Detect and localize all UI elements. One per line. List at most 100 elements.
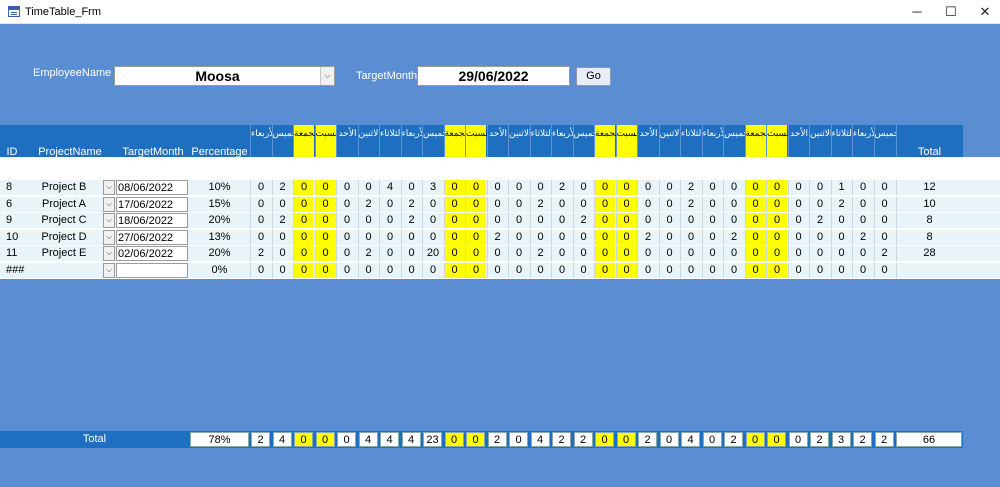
day-hours-cell[interactable]: 0 [508,180,529,195]
day-hours-cell[interactable]: 2 [680,196,701,212]
day-hours-cell[interactable]: 0 [508,196,529,212]
target-month-cell[interactable]: 17/06/2022 [116,196,188,212]
target-month-input[interactable]: 29/06/2022 [417,66,570,86]
table-row[interactable]: 10 Project D ⌵ 27/06/2022 13% 0 0 0 0 0 0 0 0 0 0 0 2 0 0 0… [0,229,1000,246]
day-hours-cell[interactable]: 0 [830,262,852,278]
chevron-down-icon[interactable]: ⌵ [103,229,115,245]
day-hours-cell[interactable]: 0 [572,229,594,245]
day-hours-cell[interactable]: 0 [465,180,486,195]
day-hours-cell[interactable]: 0 [293,196,314,212]
day-hours-cell[interactable]: 0 [766,213,787,228]
day-hours-cell[interactable]: 0 [701,196,723,212]
day-hours-cell[interactable]: 0 [379,246,400,261]
day-hours-cell[interactable]: 0 [443,180,465,195]
day-hours-cell[interactable]: 0 [680,246,701,261]
day-hours-cell[interactable]: 0 [486,213,508,228]
day-hours-cell[interactable]: 2 [637,229,658,245]
day-hours-cell[interactable]: 0 [572,246,594,261]
day-hours-cell[interactable]: 0 [723,262,744,278]
day-hours-cell[interactable]: 2 [357,246,379,261]
day-hours-cell[interactable]: 0 [615,262,637,278]
day-hours-cell[interactable]: 0 [701,262,723,278]
day-hours-cell[interactable]: 0 [701,213,723,228]
day-hours-cell[interactable]: 0 [336,246,357,261]
chevron-down-icon[interactable]: ⌵ [320,67,334,85]
day-hours-cell[interactable]: 0 [400,180,422,195]
day-hours-cell[interactable]: 0 [594,229,615,245]
day-hours-cell[interactable]: 0 [744,180,766,195]
day-hours-cell[interactable]: 2 [572,213,594,228]
day-hours-cell[interactable]: 0 [723,180,744,195]
day-hours-cell[interactable]: 0 [830,213,852,228]
employee-name-combo[interactable]: Moosa ⌵ [114,66,335,86]
day-hours-cell[interactable]: 0 [615,196,637,212]
day-hours-cell[interactable]: 20 [422,246,443,261]
day-hours-cell[interactable]: 0 [443,229,465,245]
day-hours-cell[interactable]: 0 [637,213,658,228]
day-hours-cell[interactable]: 0 [744,213,766,228]
day-hours-cell[interactable]: 0 [637,180,658,195]
day-hours-cell[interactable]: 0 [271,196,293,212]
day-hours-cell[interactable]: 0 [336,262,357,278]
day-hours-cell[interactable]: 0 [723,246,744,261]
day-hours-cell[interactable]: 0 [658,262,680,278]
day-hours-cell[interactable]: 0 [250,180,271,195]
day-hours-cell[interactable]: 2 [250,246,271,261]
day-hours-cell[interactable]: 2 [529,246,551,261]
day-hours-cell[interactable]: 0 [271,229,293,245]
day-hours-cell[interactable]: 0 [615,213,637,228]
day-hours-cell[interactable]: 0 [658,213,680,228]
day-hours-cell[interactable]: 0 [529,180,551,195]
day-hours-cell[interactable]: 0 [508,229,529,245]
day-hours-cell[interactable]: 0 [637,262,658,278]
day-hours-cell[interactable]: 2 [723,229,744,245]
day-hours-cell[interactable]: 0 [250,262,271,278]
day-hours-cell[interactable]: 0 [873,262,895,278]
day-hours-cell[interactable]: 0 [357,229,379,245]
day-hours-cell[interactable]: 0 [379,262,400,278]
day-hours-cell[interactable]: 0 [357,262,379,278]
day-hours-cell[interactable]: 4 [379,180,400,195]
table-row[interactable]: ### ⌵ 0% 0 0 0 0 0 0 0 0 0 0 0 0 0 0 0 0 0 0 0 0 0 0 0 0 0 0 0 0 0 0 [0,262,1000,279]
chevron-down-icon[interactable]: ⌵ [103,213,115,228]
day-hours-cell[interactable]: 0 [336,229,357,245]
day-hours-cell[interactable]: 0 [594,180,615,195]
day-hours-cell[interactable]: 0 [766,196,787,212]
target-month-cell[interactable]: 27/06/2022 [116,229,188,245]
day-hours-cell[interactable]: 0 [400,229,422,245]
day-hours-cell[interactable]: 0 [486,246,508,261]
day-hours-cell[interactable]: 0 [701,246,723,261]
day-hours-cell[interactable]: 0 [637,246,658,261]
project-name-cell[interactable] [25,263,103,278]
day-hours-cell[interactable]: 0 [551,196,572,212]
day-hours-cell[interactable]: 0 [508,213,529,228]
day-hours-cell[interactable]: 0 [809,262,830,278]
day-hours-cell[interactable]: 0 [744,246,766,261]
day-hours-cell[interactable]: 2 [400,196,422,212]
day-hours-cell[interactable]: 0 [336,196,357,212]
day-hours-cell[interactable]: 2 [271,180,293,195]
day-hours-cell[interactable]: 0 [809,229,830,245]
day-hours-cell[interactable]: 0 [314,246,336,261]
day-hours-cell[interactable]: 0 [744,196,766,212]
day-hours-cell[interactable]: 0 [529,213,551,228]
day-hours-cell[interactable]: 0 [293,180,314,195]
day-hours-cell[interactable]: 0 [465,213,486,228]
project-name-cell[interactable]: Project C [25,213,103,228]
day-hours-cell[interactable]: 0 [422,262,443,278]
chevron-down-icon[interactable]: ⌵ [103,262,115,278]
day-hours-cell[interactable]: 0 [594,246,615,261]
day-hours-cell[interactable]: 0 [314,180,336,195]
day-hours-cell[interactable]: 0 [486,196,508,212]
day-hours-cell[interactable]: 2 [271,213,293,228]
day-hours-cell[interactable]: 1 [830,180,852,195]
target-month-cell[interactable]: 18/06/2022 [116,213,188,228]
day-hours-cell[interactable]: 0 [873,213,895,228]
day-hours-cell[interactable]: 0 [379,196,400,212]
day-hours-cell[interactable]: 0 [766,229,787,245]
day-hours-cell[interactable]: 0 [293,213,314,228]
day-hours-cell[interactable]: 0 [293,262,314,278]
day-hours-cell[interactable]: 2 [873,246,895,261]
day-hours-cell[interactable]: 0 [443,262,465,278]
day-hours-cell[interactable]: 0 [422,229,443,245]
